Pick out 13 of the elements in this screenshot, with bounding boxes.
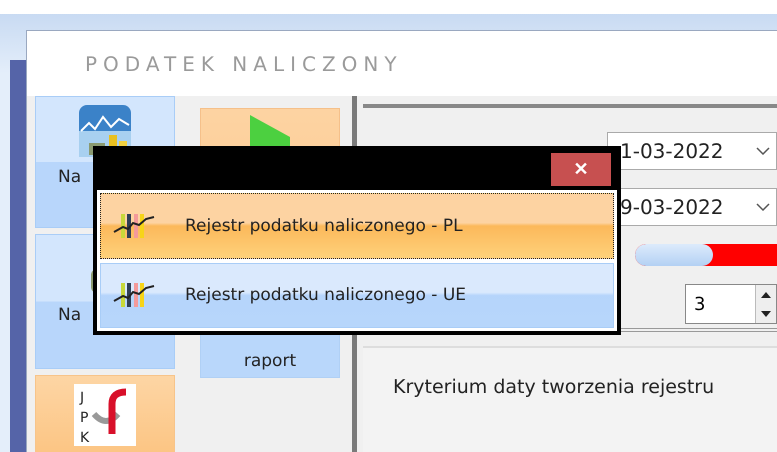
menu-item[interactable]: Rejestr podatku naliczonego - PL	[100, 193, 614, 258]
number-spinner[interactable]: 3	[685, 284, 777, 324]
arrow-down-icon	[761, 310, 771, 316]
menu-item[interactable]: Rejestr podatku naliczonego - UE	[100, 262, 614, 328]
jpk-logo-icon: J P K	[74, 384, 136, 446]
sidebar-item[interactable]: J P K	[35, 375, 175, 452]
date-field[interactable]: 1-03-2022	[607, 132, 777, 170]
criterion-label: Kryterium daty tworzenia rejestru	[393, 376, 714, 398]
chevron-down-icon	[756, 147, 770, 155]
arrow-up-icon	[761, 292, 771, 298]
close-button[interactable]: ✕	[551, 152, 611, 186]
window-title: PODATEK NALICZONY	[85, 52, 403, 76]
chevron-down-icon	[756, 203, 770, 211]
